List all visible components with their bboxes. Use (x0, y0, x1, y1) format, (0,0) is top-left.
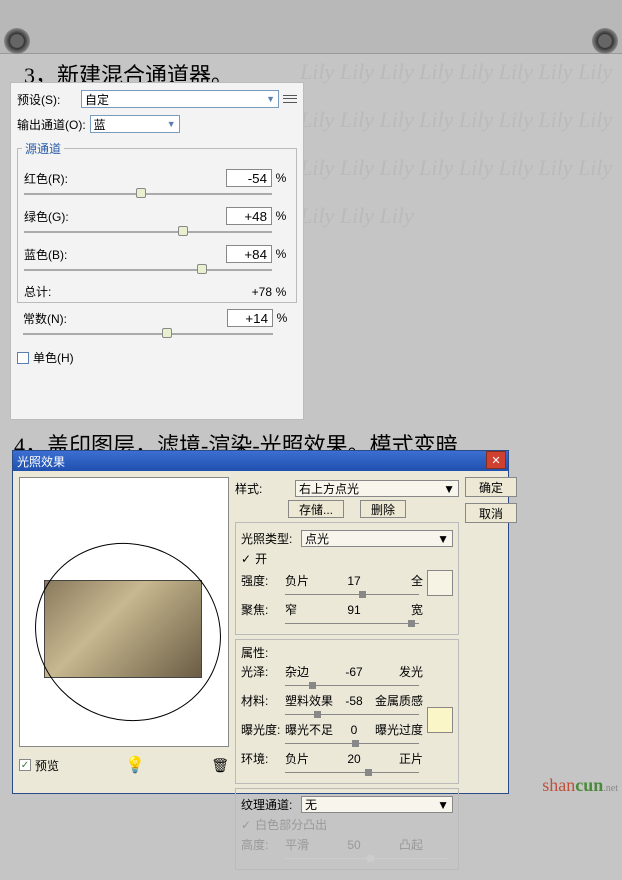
group-legend: 源通道 (22, 140, 64, 157)
focus-slider[interactable] (285, 620, 419, 628)
material-slider[interactable] (285, 711, 419, 719)
red-input[interactable] (226, 169, 272, 187)
preset-dropdown[interactable]: 自定▼ (81, 90, 279, 108)
properties-label: 属性: (241, 644, 453, 661)
green-label: 绿色(G): (24, 208, 82, 225)
white-high-checkbox: ✓白色部分凸出 (241, 816, 453, 833)
constant-label: 常数(N): (23, 310, 81, 327)
output-channel-dropdown[interactable]: 蓝▼ (90, 115, 180, 133)
gloss-slider[interactable] (285, 682, 419, 690)
texture-dropdown[interactable]: 无▼ (301, 796, 453, 813)
site-logo: shancun.net (542, 775, 618, 796)
lighting-effects-dialog: 光照效果 ✕ ✓预览 💡 🗑 样式:右上方点光▼ 存储...删除 光照类型:点光… (12, 450, 509, 794)
exposure-slider[interactable] (285, 740, 419, 748)
trash-icon[interactable]: 🗑 (211, 757, 229, 774)
chevron-down-icon: ▼ (167, 119, 176, 129)
menu-icon[interactable] (283, 92, 297, 106)
on-checkbox[interactable]: ✓开 (241, 550, 453, 567)
channel-mixer-panel: 预设(S): 自定▼ 输出通道(O): 蓝▼ 源通道 红色(R):% 绿色(G)… (10, 82, 304, 420)
red-slider[interactable] (24, 187, 290, 201)
ambient-slider[interactable] (285, 769, 419, 777)
save-button[interactable]: 存储... (288, 500, 344, 518)
style-dropdown[interactable]: 右上方点光▼ (295, 480, 459, 497)
blue-input[interactable] (226, 245, 272, 263)
ok-button[interactable]: 确定 (465, 477, 517, 497)
cancel-button[interactable]: 取消 (465, 503, 517, 523)
total-label: 总计: (24, 283, 82, 300)
preset-label: 预设(S): (17, 91, 77, 108)
height-slider (285, 855, 449, 863)
grommet-left (4, 28, 30, 54)
chevron-down-icon: ▼ (266, 94, 275, 104)
delete-button[interactable]: 删除 (360, 500, 406, 518)
source-channels-group: 源通道 红色(R):% 绿色(G):% 蓝色(B):% 总计:+78% (17, 140, 297, 303)
constant-slider[interactable] (23, 327, 291, 341)
lightbulb-icon[interactable]: 💡 (125, 755, 145, 775)
intensity-slider[interactable] (285, 591, 419, 599)
output-channel-label: 输出通道(O): (17, 116, 86, 133)
blue-slider[interactable] (24, 263, 290, 277)
light-ellipse[interactable] (6, 513, 251, 752)
light-color-swatch[interactable] (427, 570, 453, 596)
total-value: +78 (226, 285, 272, 299)
dialog-titlebar: 光照效果 (13, 451, 508, 471)
green-input[interactable] (226, 207, 272, 225)
preview-checkbox[interactable]: ✓预览 (19, 757, 59, 774)
grommet-right (592, 28, 618, 54)
red-label: 红色(R): (24, 170, 82, 187)
close-button[interactable]: ✕ (486, 451, 506, 469)
ambient-color-swatch[interactable] (427, 707, 453, 733)
top-bar (0, 0, 622, 54)
constant-input[interactable] (227, 309, 273, 327)
monochrome-checkbox[interactable]: 单色(H) (17, 349, 297, 366)
light-type-dropdown[interactable]: 点光▼ (301, 530, 453, 547)
green-slider[interactable] (24, 225, 290, 239)
preview-canvas[interactable] (19, 477, 229, 747)
blue-label: 蓝色(B): (24, 246, 82, 263)
